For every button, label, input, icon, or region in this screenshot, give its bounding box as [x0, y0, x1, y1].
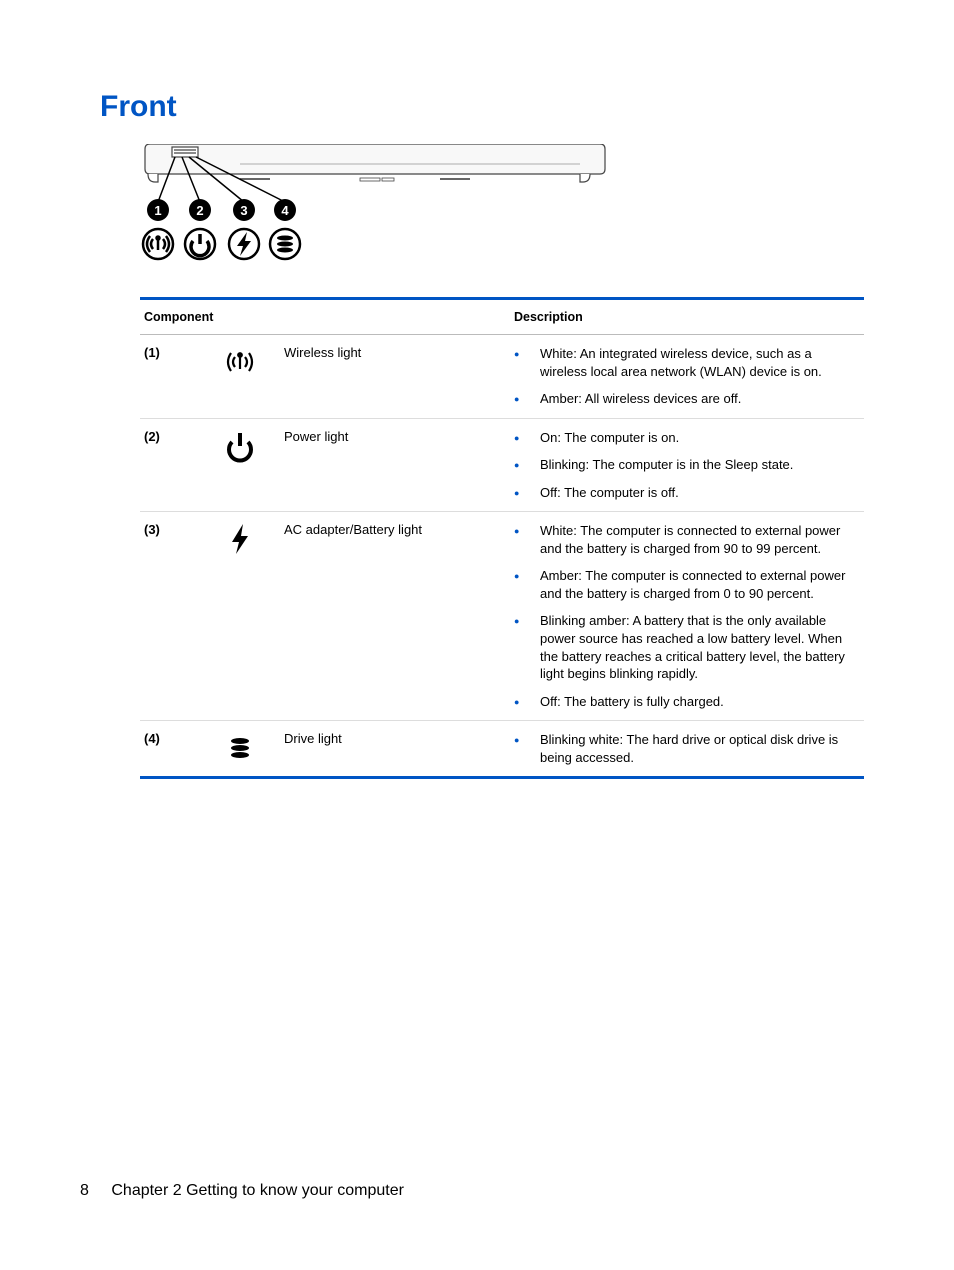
components-table: Component Description (1)Wireless lightW… — [140, 297, 864, 779]
row-number: (2) — [140, 418, 200, 512]
description-item: White: The computer is connected to exte… — [514, 522, 860, 557]
row-number: (3) — [140, 512, 200, 721]
front-diagram: 1 2 3 4 — [140, 144, 864, 277]
svg-text:4: 4 — [281, 203, 289, 218]
page-title: Front — [100, 90, 864, 124]
drive-icon — [200, 721, 280, 777]
description-item: Off: The battery is fully charged. — [514, 693, 860, 711]
component-name: AC adapter/Battery light — [280, 512, 510, 721]
component-description: White: An integrated wireless device, su… — [510, 335, 864, 419]
description-item: White: An integrated wireless device, su… — [514, 345, 860, 380]
table-row: (1) Wireless lightWhite: An integrated wi… — [140, 335, 864, 419]
page-number: 8 — [80, 1182, 89, 1199]
battery-icon — [200, 512, 280, 721]
component-name: Power light — [280, 418, 510, 512]
header-component: Component — [140, 300, 510, 335]
row-number: (4) — [140, 721, 200, 777]
page-footer: 8 Chapter 2 Getting to know your compute… — [80, 1182, 404, 1200]
power-icon — [200, 418, 280, 512]
chapter-title: Chapter 2 Getting to know your computer — [111, 1182, 404, 1199]
component-name: Wireless light — [280, 335, 510, 419]
table-row: (4) Drive lightBlinking white: The hard d… — [140, 721, 864, 777]
svg-text:2: 2 — [196, 203, 203, 218]
description-item: Amber: All wireless devices are off. — [514, 390, 860, 408]
description-item: Blinking: The computer is in the Sleep s… — [514, 456, 860, 474]
table-row: (3) AC adapter/Battery lightWhite: The co… — [140, 512, 864, 721]
row-number: (1) — [140, 335, 200, 419]
component-description: On: The computer is on. Blinking: The com… — [510, 418, 864, 512]
table-row: (2) Power lightOn: The computer is on. Bli… — [140, 418, 864, 512]
description-item: Blinking white: The hard drive or optica… — [514, 731, 860, 766]
description-item: Off: The computer is off. — [514, 484, 860, 502]
wireless-icon — [200, 335, 280, 419]
svg-text:1: 1 — [154, 203, 161, 218]
description-item: Amber: The computer is connected to exte… — [514, 567, 860, 602]
component-description: Blinking white: The hard drive or optica… — [510, 721, 864, 777]
component-description: White: The computer is connected to exte… — [510, 512, 864, 721]
description-item: Blinking amber: A battery that is the on… — [514, 612, 860, 682]
description-item: On: The computer is on. — [514, 429, 860, 447]
svg-text:3: 3 — [240, 203, 247, 218]
component-name: Drive light — [280, 721, 510, 777]
header-description: Description — [510, 300, 864, 335]
